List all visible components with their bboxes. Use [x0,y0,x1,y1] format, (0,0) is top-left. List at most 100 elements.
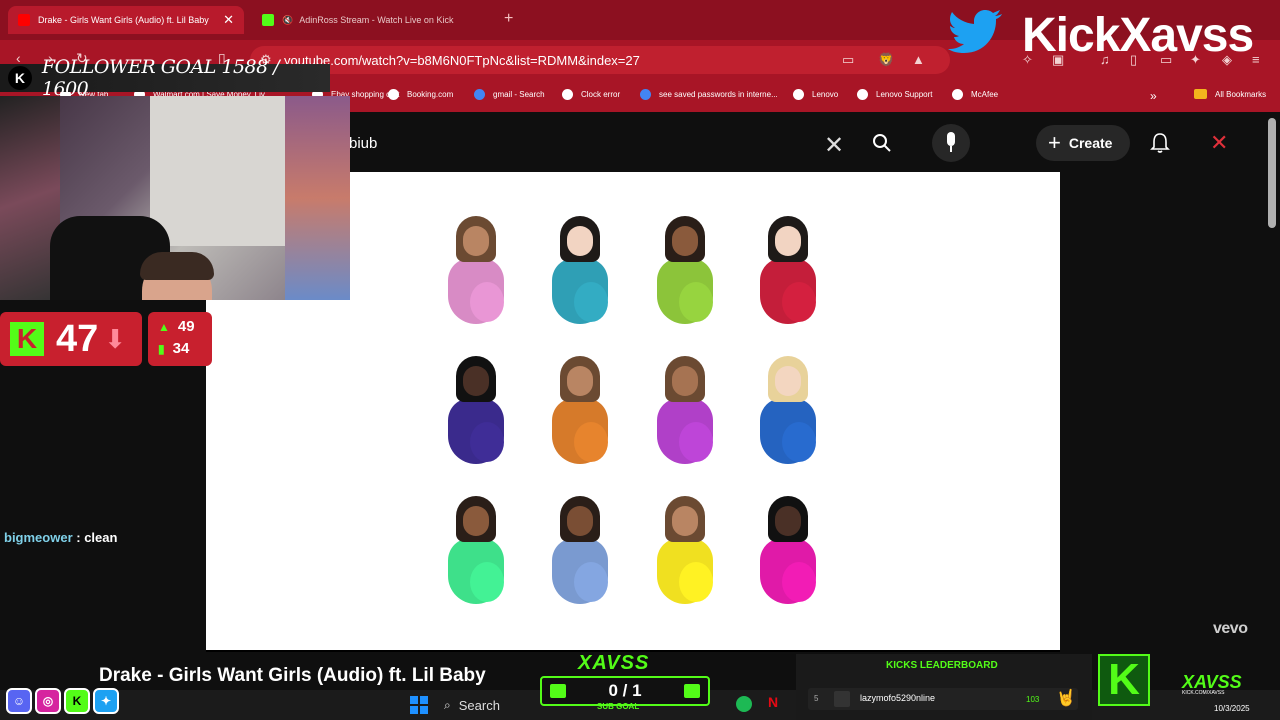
sub-goal-label: SUB GOAL [597,702,640,711]
leaderboard-rank: 5 [814,694,819,703]
globe-icon [952,89,963,100]
search-input[interactable]: biub [349,135,377,152]
poster-wall [285,96,350,300]
bookmarks-overflow-icon[interactable]: » [1150,89,1157,103]
globe-icon [857,89,868,100]
tab-title: Drake - Girls Want Girls (Audio) ft. Lil… [38,15,209,25]
twitter-icon: ✦ [93,688,119,714]
bar-chart-icon: ▮ [158,341,165,356]
social-icons: ☺ ◎ K ✦ [6,688,122,714]
pregnant-woman-emoji [756,496,820,606]
twitter-bird-icon [948,10,1002,53]
search-icon: ⌕ [444,697,451,712]
sub-goal-count: 0 / 1 [608,681,642,700]
video-frame-left [206,300,350,650]
chat-username: bigmeower [4,530,73,545]
youtube-header [350,115,1280,171]
rank-widget: K 47 ⬇ [0,312,142,366]
brand-title: KickXavss [1022,9,1254,62]
plus-icon: + [1048,130,1061,155]
bookmark-item[interactable]: Booking.com [388,89,453,100]
globe-icon [562,89,573,100]
close-tab-icon[interactable]: ✕ [223,12,234,28]
bookmark-item[interactable]: Lenovo [793,89,838,100]
rock-hand-icon: 🤘 [1056,690,1076,707]
pregnant-woman-emoji [548,496,612,606]
avatar [834,691,850,707]
gift-icon [684,684,700,698]
bookmark-item[interactable]: Clock error [562,89,620,100]
stat-up-value: 49 [177,318,195,335]
system-date: 10/3/2025 [1214,704,1250,713]
pregnant-woman-emoji [548,356,612,466]
discord-icon: ☺ [6,688,32,714]
pregnant-woman-emoji [444,216,508,326]
pregnant-woman-emoji [548,216,612,326]
pregnant-woman-emoji [653,216,717,326]
kick-icon: K [64,688,90,714]
follower-goal-bar: K FOLLOWER GOAL 1588 / 1600 [0,56,330,100]
page-scrollbar[interactable] [1268,118,1276,228]
xavss-title: XAVSS [578,652,650,674]
bookmark-item[interactable]: see saved passwords in interne... [640,89,778,100]
search-icon[interactable] [872,133,892,153]
brave-shield-icon[interactable]: 🦁 [878,52,894,68]
kick-favicon-icon [262,14,274,26]
chat-message: bigmeower : clean [4,530,118,545]
pregnant-woman-emoji [756,216,820,326]
netflix-icon[interactable]: N [768,694,778,710]
xavss-url: KICK.COM/XAVSS [1182,690,1225,696]
pregnant-woman-emoji [756,356,820,466]
arrow-down-icon: ⬇ [104,323,127,354]
spotify-icon[interactable] [736,696,752,712]
stat-bars-value: 34 [172,340,190,357]
all-bookmarks[interactable]: All Bookmarks [1194,89,1266,99]
chat-text: clean [84,530,118,545]
rank-number: 47 [56,317,99,360]
kick-logo-icon: K [1098,654,1150,706]
instagram-icon: ◎ [35,688,61,714]
arrow-up-icon: ▲ [158,319,170,334]
streamer [112,252,242,300]
clear-search-icon[interactable]: ✕ [824,131,844,160]
webcam-feed [0,96,350,300]
taskbar-search[interactable]: ⌕ Search [434,693,544,717]
cast-icon[interactable]: ▭ [842,52,854,68]
create-button[interactable]: + Create [1036,125,1130,161]
search-favicon-icon [640,89,651,100]
leaderboard-score: 103 [1026,695,1040,704]
muted-icon[interactable]: 🔇 [282,15,293,26]
url-text[interactable]: youtube.com/watch?v=b8M6N0FTpNc&list=RDM… [284,53,640,68]
kick-logo-icon: K [8,66,32,90]
curtain [150,96,285,246]
follower-goal-text: FOLLOWER GOAL 1588 / 1600 [41,56,280,100]
new-tab-button[interactable]: + [504,10,513,28]
gift-icon [550,684,566,698]
youtube-favicon-icon [18,14,30,26]
tab-youtube[interactable]: Drake - Girls Want Girls (Audio) ft. Lil… [8,6,244,34]
globe-icon [388,89,399,100]
tab-title: AdinRoss Stream - Watch Live on Kick [299,15,454,25]
pregnant-woman-emoji [444,356,508,466]
notifications-bell-icon[interactable] [1150,132,1170,154]
stats-widget: ▲ 49 ▮ 34 [148,312,212,366]
leaderboard-title: KICKS LEADERBOARD [886,660,998,671]
tab-kick[interactable]: 🔇 AdinRoss Stream - Watch Live on Kick [252,6,492,34]
pregnant-woman-emoji [653,356,717,466]
vevo-watermark: vevo [1213,620,1248,637]
globe-icon [793,89,804,100]
brave-rewards-icon[interactable]: ▲ [912,52,925,67]
voice-search-icon[interactable] [932,124,970,162]
windows-start-icon[interactable] [410,696,428,714]
folder-icon [1194,89,1207,99]
close-icon[interactable]: ✕ [1210,130,1228,156]
pregnant-woman-emoji [653,496,717,606]
bookmark-item[interactable]: McAfee [952,89,998,100]
leaderboard-name: lazymofo5290nline [860,693,936,703]
bookmark-item[interactable]: Lenovo Support [857,89,933,100]
search-favicon-icon [474,89,485,100]
bookmark-item[interactable]: gmail - Search [474,89,545,100]
pregnant-woman-emoji [444,496,508,606]
now-playing-title: Drake - Girls Want Girls (Audio) ft. Lil… [99,665,486,686]
screen: Drake - Girls Want Girls (Audio) ft. Lil… [0,0,1280,720]
